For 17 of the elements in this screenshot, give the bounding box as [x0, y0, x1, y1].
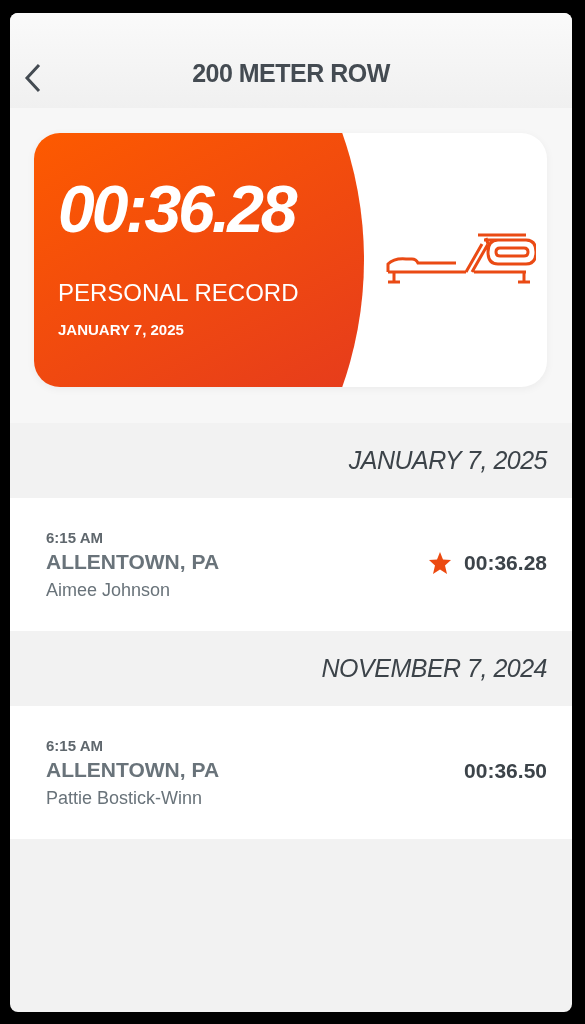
session-location: ALLENTOWN, PA	[46, 757, 220, 782]
session-location: ALLENTOWN, PA	[46, 549, 220, 574]
record-time: 00:36.28	[58, 171, 297, 248]
record-label: PERSONAL RECORD	[58, 279, 300, 307]
session-result: 00:36.28	[464, 550, 547, 575]
screen-title: 200 METER ROW	[192, 59, 390, 88]
session-time: 6:15 AM	[46, 736, 104, 754]
athlete-name: Aimee Johnson	[46, 579, 172, 601]
session-result: 00:36.50	[464, 758, 547, 783]
session-date: NOVEMBER 7, 2024	[321, 654, 547, 683]
back-icon	[24, 63, 42, 93]
session-date: JANUARY 7, 2025	[348, 446, 547, 475]
session-time: 6:15 AM	[46, 528, 104, 546]
athlete-name: Pattie Bostick-Winn	[46, 787, 204, 809]
record-date: JANUARY 7, 2025	[58, 321, 185, 338]
session-row[interactable]: 6:15 AM ALLENTOWN, PA Aimee Johnson 00:36.28	[10, 498, 572, 631]
session-row[interactable]: 6:15 AM ALLENTOWN, PA Pattie Bostick-Winn 00:36.50	[10, 706, 572, 839]
